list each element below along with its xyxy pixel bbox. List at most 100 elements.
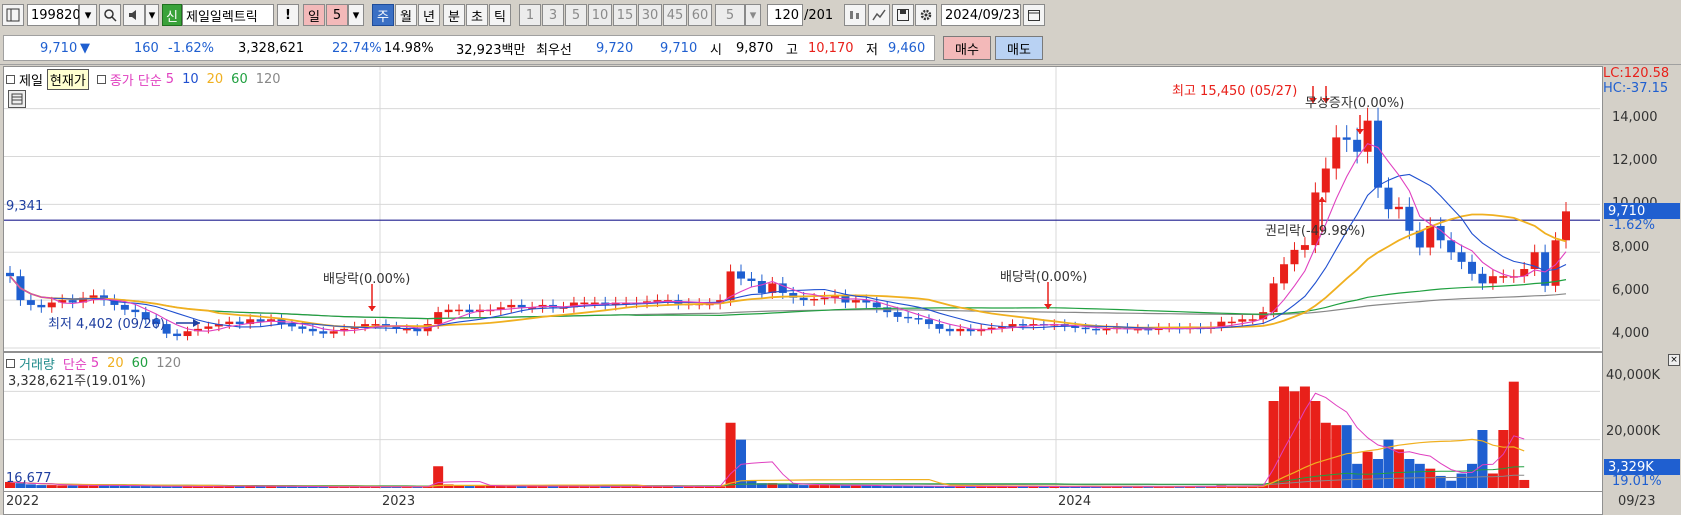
price-legend: 제일 현재가 종가 단순 5 10 20 60 120 xyxy=(6,69,281,90)
speaker-dropdown-icon[interactable]: ▾ xyxy=(145,4,159,26)
buy-button[interactable]: 매수 xyxy=(943,36,991,60)
alert-button[interactable]: ! xyxy=(277,4,299,26)
x-tick: 2024 xyxy=(1058,494,1092,509)
settings-gear-icon[interactable] xyxy=(915,4,937,26)
sell-button[interactable]: 매도 xyxy=(995,36,1043,60)
minute-60-button[interactable]: 60 xyxy=(688,4,712,26)
search-icon[interactable] xyxy=(99,4,121,26)
new-listing-badge: 신 xyxy=(162,4,182,26)
hline-label: 9,341 xyxy=(6,199,44,214)
minute-5-button[interactable]: 5 xyxy=(565,4,587,26)
minute-30-button[interactable]: 30 xyxy=(638,4,662,26)
period-week-button[interactable]: 주 xyxy=(372,4,394,26)
draw-tool-icon[interactable] xyxy=(868,4,890,26)
cursor-date: 09/23 xyxy=(1618,494,1656,509)
legend-ma10: 10 xyxy=(182,72,199,87)
bar-count-input[interactable]: 120 xyxy=(767,4,803,26)
period-multiplier[interactable]: 5 xyxy=(326,4,348,26)
grid-toggle-icon[interactable] xyxy=(8,90,26,108)
period-tick-button[interactable]: 틱 xyxy=(489,4,511,26)
down-arrow-icon: ▼ xyxy=(80,40,90,56)
legend-ma120: 120 xyxy=(255,72,281,87)
x-axis xyxy=(3,491,1603,515)
volume-panel xyxy=(3,352,1603,492)
period-second-button[interactable]: 초 xyxy=(466,4,488,26)
bid-price: 9,710 xyxy=(660,40,698,56)
code-dropdown-icon[interactable]: ▾ xyxy=(79,4,97,26)
legend-box-icon[interactable] xyxy=(96,75,106,84)
legend-ma-label: 종가 단순 xyxy=(109,74,162,89)
vol-y-tick: 40,000K xyxy=(1606,368,1661,383)
annotation-bonus-issue: 무상증자(0.00%) xyxy=(1305,96,1405,111)
date-input[interactable]: 2024/09/23 xyxy=(941,4,1021,26)
open-label: 시 xyxy=(710,42,722,58)
hc-label: HC:-37.15 xyxy=(1603,81,1669,96)
annotation-rights-off: 권리락(-49.98%) xyxy=(1265,224,1366,239)
change-percent: -1.62% xyxy=(168,40,214,56)
minute-45-button[interactable]: 45 xyxy=(663,4,687,26)
volume-ratio: 22.74% xyxy=(332,40,382,56)
vol-y-tick: 20,000K xyxy=(1606,424,1661,439)
layout-icon[interactable] xyxy=(2,4,24,26)
minute-15-button[interactable]: 15 xyxy=(613,4,637,26)
lc-label: LC:120.58 xyxy=(1603,66,1670,81)
custom-minute-value[interactable]: 5 xyxy=(715,4,745,26)
volume-min-label: 16,677 xyxy=(6,471,52,486)
best-quote-label: 최우선 xyxy=(536,42,572,58)
annotation-dividend-2: 배당락(0.00%) xyxy=(1000,270,1088,285)
annotation-low: 최저 4,402 (09/26) xyxy=(48,317,166,332)
last-price-tag: 9,710 xyxy=(1604,203,1680,219)
last-volume-tag: 3,329K xyxy=(1604,459,1680,475)
last-volume-pct: 19.01% xyxy=(1612,474,1662,489)
y-tick: 4,000 xyxy=(1612,326,1650,341)
stock-code-input[interactable]: 199820 xyxy=(27,4,81,26)
period-month-button[interactable]: 월 xyxy=(395,4,417,26)
bar-count-total: /201 xyxy=(804,8,834,23)
annotation-high: 최고 15,450 (05/27) xyxy=(1172,84,1298,99)
price-change: 160 xyxy=(134,40,159,56)
y-tick: 6,000 xyxy=(1612,283,1650,298)
legend-vol-ma120: 120 xyxy=(156,356,182,371)
legend-vol-ma60: 60 xyxy=(131,356,149,371)
period-year-button[interactable]: 년 xyxy=(418,4,440,26)
legend-vol-ma5: 5 xyxy=(90,356,100,371)
legend-box-icon[interactable] xyxy=(6,75,15,84)
annotation-dividend-1: 배당락(0.00%) xyxy=(323,272,411,287)
legend-ma60: 60 xyxy=(231,72,248,87)
speaker-icon[interactable] xyxy=(123,4,145,26)
panel-collapse-icon[interactable]: × xyxy=(1668,354,1680,366)
minute-3-button[interactable]: 3 xyxy=(542,4,564,26)
legend-stock-name: 제일 xyxy=(19,74,43,89)
y-tick: 14,000 xyxy=(1612,110,1658,125)
toolbar: 199820 ▾ ▾ 신 제일일렉트릭 ! 일 5 ▾ 주 월 년 분 초 틱 … xyxy=(0,0,1681,32)
ask-price: 9,720 xyxy=(596,40,634,56)
stock-name[interactable]: 제일일렉트릭 xyxy=(182,4,274,26)
minute-1-button[interactable]: 1 xyxy=(519,4,541,26)
legend-box-icon[interactable] xyxy=(6,359,15,368)
open-price: 9,870 xyxy=(736,40,774,56)
period-day-button[interactable]: 일 xyxy=(303,4,325,26)
legend-ma5: 5 xyxy=(165,72,175,87)
minute-10-button[interactable]: 10 xyxy=(588,4,612,26)
high-label: 고 xyxy=(786,42,798,58)
high-price: 10,170 xyxy=(808,40,854,56)
low-price: 9,460 xyxy=(888,40,926,56)
compare-icon[interactable] xyxy=(844,4,866,26)
period-minute-button[interactable]: 분 xyxy=(443,4,465,26)
last-change-pct: -1.62% xyxy=(1609,218,1655,233)
x-tick: 2022 xyxy=(6,494,40,509)
trade-amount: 32,923백만 xyxy=(456,42,526,58)
y-tick: 8,000 xyxy=(1612,240,1650,255)
volume-caption: 3,328,621주(19.01%) xyxy=(8,374,146,389)
multiplier-dropdown-icon[interactable]: ▾ xyxy=(348,4,364,26)
legend-vol-ma20: 20 xyxy=(107,356,124,371)
y-tick: 12,000 xyxy=(1612,153,1658,168)
legend-tooltip: 현재가 xyxy=(46,69,89,90)
volume-value: 3,328,621 xyxy=(238,40,305,56)
save-icon[interactable] xyxy=(892,4,914,26)
current-price: 9,710 xyxy=(40,40,78,56)
minute-dropdown-icon[interactable]: ▾ xyxy=(745,4,761,26)
turnover-rate: 14.98% xyxy=(384,40,434,56)
calendar-icon[interactable] xyxy=(1023,4,1045,26)
x-tick: 2023 xyxy=(382,494,416,509)
